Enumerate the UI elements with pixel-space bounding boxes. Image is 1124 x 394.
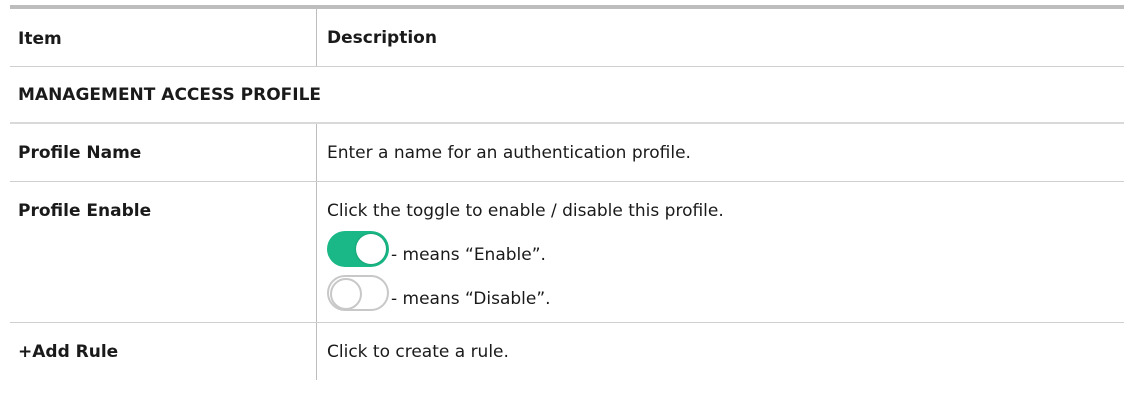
toggle-on-text: - means “Enable”. xyxy=(391,245,546,265)
table-row: +Add Rule Click to create a rule. xyxy=(10,323,1124,380)
table-header-row: Item Description xyxy=(10,9,1124,67)
toggle-knob xyxy=(330,278,362,310)
description-table: Item Description MANAGEMENT ACCESS PROFI… xyxy=(10,5,1124,380)
row-description-block: Click the toggle to enable / disable thi… xyxy=(317,182,1124,322)
toggle-off-example: - means “Disable”. xyxy=(327,275,551,311)
row-item-label: +Add Rule xyxy=(10,323,317,380)
toggle-knob xyxy=(356,234,386,264)
row-description: Click the toggle to enable / disable thi… xyxy=(327,201,724,221)
row-description: Enter a name for an authentication profi… xyxy=(327,142,691,163)
toggle-on-example: - means “Enable”. xyxy=(327,231,546,267)
header-description: Description xyxy=(327,27,437,48)
table-row: Profile Name Enter a name for an authent… xyxy=(10,124,1124,182)
row-description: Click to create a rule. xyxy=(327,341,509,362)
section-heading: MANAGEMENT ACCESS PROFILE xyxy=(10,67,1124,124)
row-item-label: Profile Name xyxy=(10,124,317,181)
toggle-off-icon xyxy=(327,275,389,311)
header-item: Item xyxy=(10,9,317,66)
toggle-off-text: - means “Disable”. xyxy=(391,289,551,309)
row-item-label: Profile Enable xyxy=(10,182,317,322)
toggle-on-icon xyxy=(327,231,389,267)
table-row: Profile Enable Click the toggle to enabl… xyxy=(10,182,1124,323)
